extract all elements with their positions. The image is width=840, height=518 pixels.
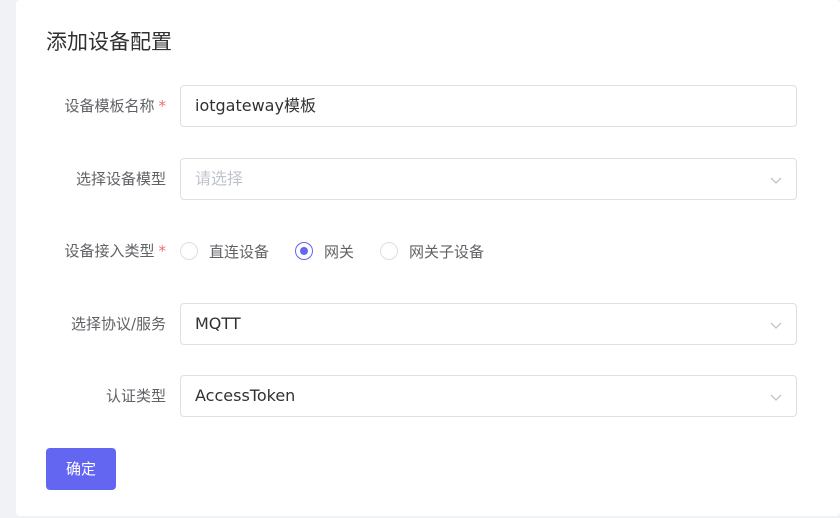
chevron-down-icon <box>770 394 782 401</box>
radio-circle-checked[interactable] <box>295 242 314 260</box>
radio-circle[interactable] <box>180 242 198 260</box>
auth-type-row: 认证类型 AccessToken <box>16 375 840 417</box>
page-title: 添加设备配置 <box>46 30 172 54</box>
template-name-input[interactable]: iotgateway模板 <box>180 85 797 127</box>
template-name-row: 设备模板名称 * iotgateway模板 <box>16 85 840 127</box>
device-model-select[interactable]: 请选择 <box>180 158 797 200</box>
access-type-row: 设备接入类型 * 直连设备 网关 网关子设备 <box>16 230 840 272</box>
chevron-down-icon <box>770 322 782 329</box>
device-model-label: 选择设备模型 <box>75 170 166 188</box>
access-type-label: 设备接入类型 * <box>64 242 167 260</box>
auth-type-select[interactable]: AccessToken <box>180 375 797 417</box>
radio-gateway[interactable]: 网关 <box>295 241 354 262</box>
template-name-label: 设备模板名称 * <box>64 97 167 115</box>
protocol-select[interactable]: MQTT <box>180 303 797 345</box>
required-mark: * <box>158 97 167 115</box>
protocol-row: 选择协议/服务 MQTT <box>16 303 840 345</box>
required-mark: * <box>158 242 167 260</box>
radio-gateway-subdevice[interactable]: 网关子设备 <box>380 241 484 262</box>
access-type-radio-group: 直连设备 网关 网关子设备 <box>180 230 510 272</box>
device-model-placeholder: 请选择 <box>195 169 244 188</box>
protocol-label: 选择协议/服务 <box>70 315 166 333</box>
chevron-down-icon <box>770 177 782 184</box>
radio-direct-device[interactable]: 直连设备 <box>180 241 269 262</box>
radio-label: 网关 <box>324 242 355 261</box>
template-name-value: iotgateway模板 <box>195 96 316 115</box>
protocol-value: MQTT <box>195 314 241 333</box>
auth-type-label: 认证类型 <box>105 387 166 405</box>
radio-label: 网关子设备 <box>409 242 485 261</box>
radio-label: 直连设备 <box>209 242 270 261</box>
auth-type-value: AccessToken <box>195 386 296 405</box>
radio-circle[interactable] <box>380 242 399 260</box>
form-card: 添加设备配置 设备模板名称 * iotgateway模板 选择设备模型 请选择 设… <box>16 0 840 516</box>
confirm-button[interactable]: 确定 <box>46 448 116 490</box>
device-model-row: 选择设备模型 请选择 <box>16 158 840 200</box>
